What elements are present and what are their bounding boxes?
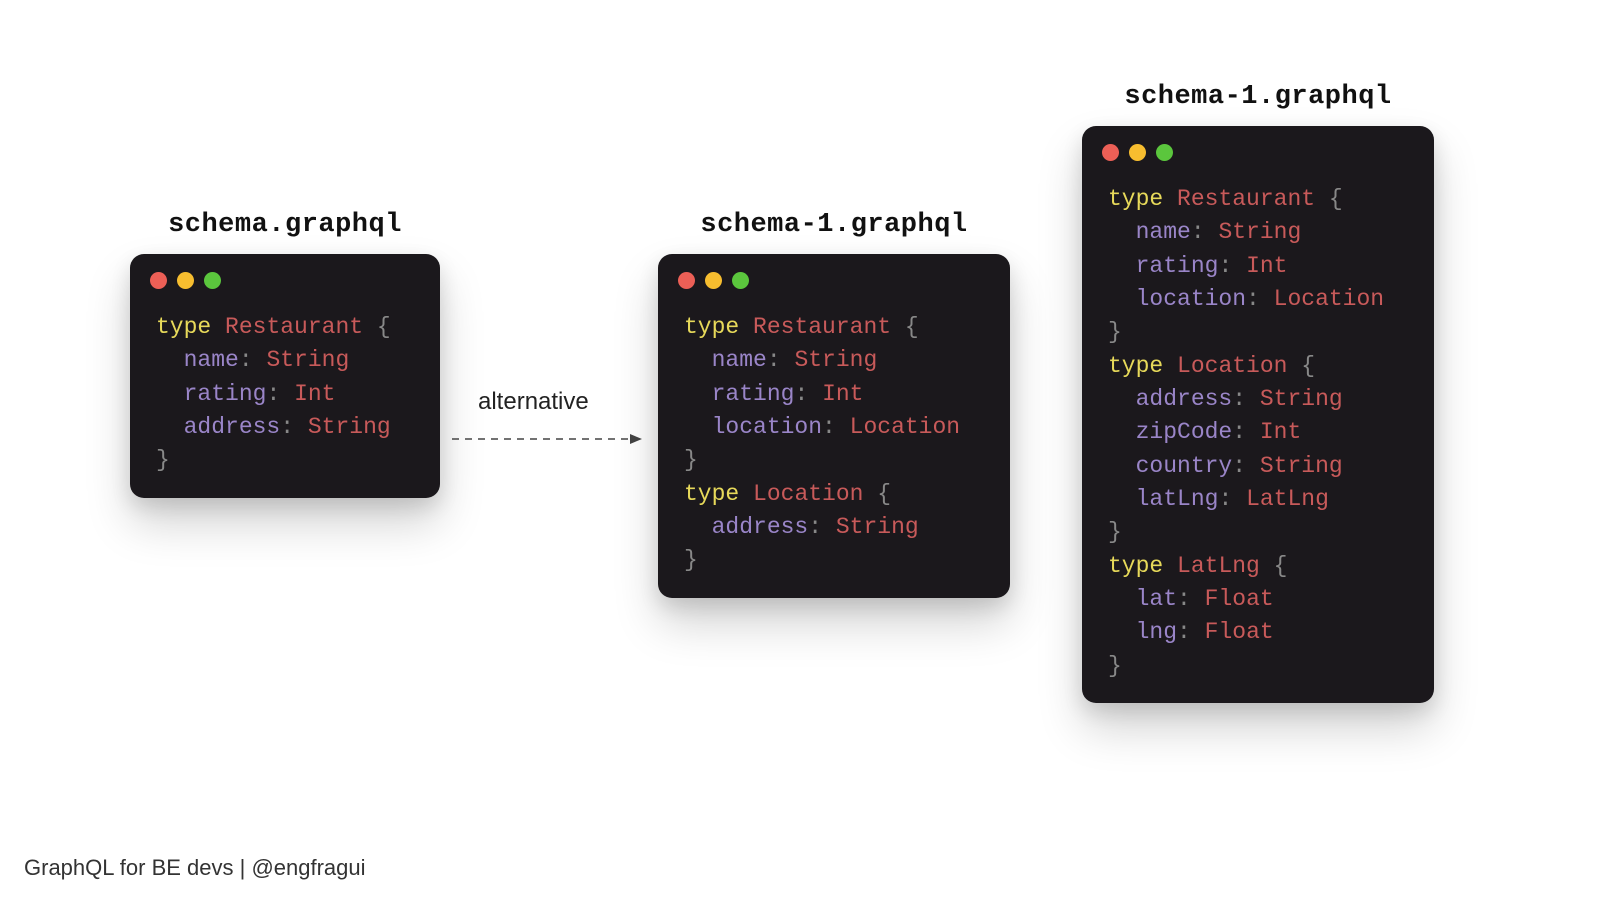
arrow-label: alternative	[478, 388, 589, 416]
code-block: type Restaurant { name: String rating: I…	[130, 305, 440, 478]
maximize-icon	[732, 272, 749, 289]
minimize-icon	[1129, 144, 1146, 161]
code-window: type Restaurant { name: String rating: I…	[130, 254, 440, 498]
panel-title: schema-1.graphql	[658, 210, 1010, 240]
maximize-icon	[1156, 144, 1173, 161]
window-controls	[1082, 126, 1434, 169]
window-controls	[658, 254, 1010, 297]
schema-panel-1: schema.graphql type Restaurant { name: S…	[130, 210, 440, 498]
close-icon	[678, 272, 695, 289]
panel-title: schema.graphql	[130, 210, 440, 240]
close-icon	[1102, 144, 1119, 161]
code-block: type Restaurant { name: String rating: I…	[658, 305, 1010, 578]
code-window: type Restaurant { name: String rating: I…	[1082, 126, 1434, 703]
schema-panel-3: schema-1.graphql type Restaurant { name:…	[1082, 82, 1434, 703]
minimize-icon	[177, 272, 194, 289]
minimize-icon	[705, 272, 722, 289]
code-block: type Restaurant { name: String rating: I…	[1082, 177, 1434, 683]
maximize-icon	[204, 272, 221, 289]
schema-panel-2: schema-1.graphql type Restaurant { name:…	[658, 210, 1010, 598]
close-icon	[150, 272, 167, 289]
panel-title: schema-1.graphql	[1082, 82, 1434, 112]
code-window: type Restaurant { name: String rating: I…	[658, 254, 1010, 598]
diagram-stage: schema.graphql type Restaurant { name: S…	[0, 0, 1600, 899]
window-controls	[130, 254, 440, 297]
slide-footer: GraphQL for BE devs | @engfragui	[24, 855, 366, 881]
